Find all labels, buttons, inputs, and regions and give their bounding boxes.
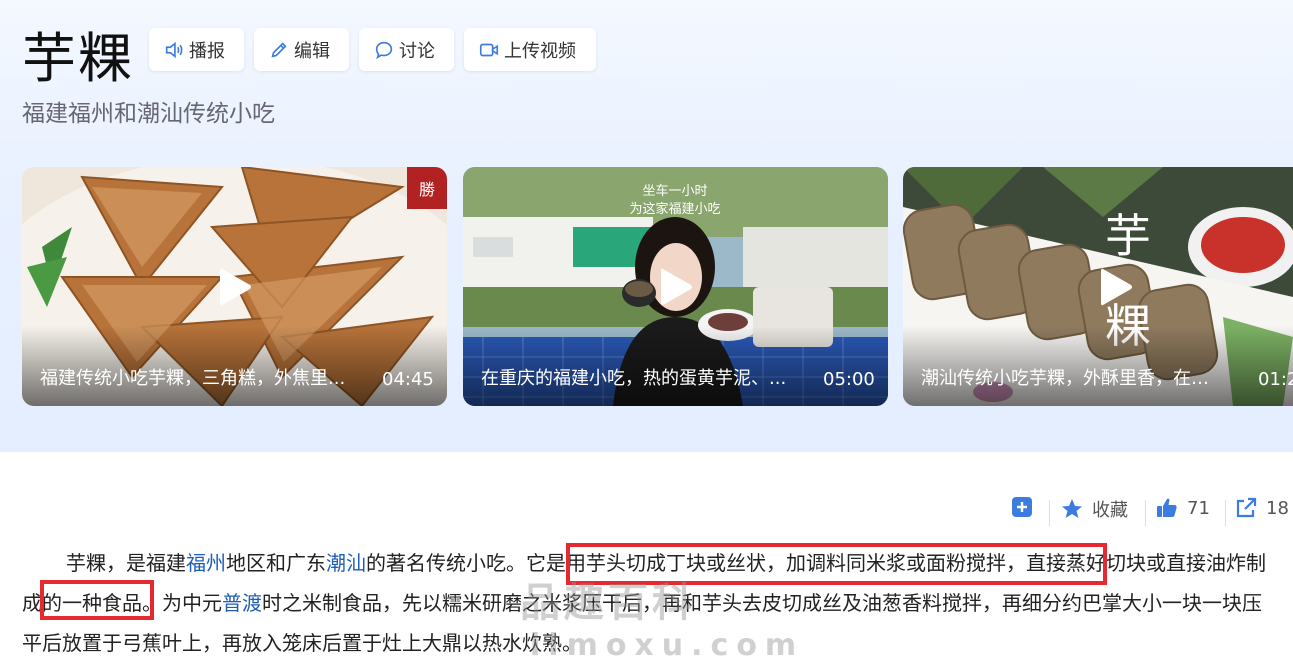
play-icon xyxy=(220,268,251,306)
pencil-icon xyxy=(271,41,287,58)
video-duration: 04:45 xyxy=(382,369,434,390)
overlay-char-1: 芋 xyxy=(1105,209,1151,263)
toolbar-divider xyxy=(1145,500,1146,526)
link-chaoshan[interactable]: 潮汕 xyxy=(326,551,366,575)
video-caption: 福建传统小吃芋粿，三角糕，外焦里... xyxy=(40,368,346,389)
link-pudu[interactable]: 普渡 xyxy=(222,591,262,615)
svg-text:勝: 勝 xyxy=(419,180,435,199)
play-icon xyxy=(661,268,692,306)
page-subtitle: 福建福州和潮汕传统小吃 xyxy=(22,101,275,127)
text-segment: 地区和广东 xyxy=(226,551,326,575)
like-count: 71 xyxy=(1187,497,1210,519)
video-camera-icon xyxy=(479,43,499,56)
plus-square-icon xyxy=(1012,497,1032,517)
like-button[interactable]: 71 xyxy=(1155,496,1210,520)
video-card-1[interactable]: 勝 福建传统小吃芋粿，三角糕，外焦里... 04:45 xyxy=(22,167,447,406)
upload-video-label: 上传视频 xyxy=(504,40,576,62)
share-icon xyxy=(1236,497,1257,518)
highlight-box-2 xyxy=(40,580,154,620)
share-button[interactable]: 18 xyxy=(1234,496,1289,520)
video-caption: 潮汕传统小吃芋粿，外酥里香，在家... xyxy=(921,368,1213,389)
upload-video-button[interactable]: 上传视频 xyxy=(464,28,596,71)
video-duration: 01:2 xyxy=(1258,369,1293,390)
video-duration: 05:00 xyxy=(823,369,875,390)
favorite-label: 收藏 xyxy=(1092,500,1128,521)
edit-button[interactable]: 编辑 xyxy=(254,28,349,71)
toolbar-divider xyxy=(1225,500,1226,526)
edit-label: 编辑 xyxy=(294,40,330,62)
favorite-button[interactable]: 收藏 xyxy=(1060,496,1128,522)
video-card-3[interactable]: 芋 粿 潮汕传统小吃芋粿，外酥里香，在家... 01:2 xyxy=(903,167,1293,406)
discuss-label: 讨论 xyxy=(399,40,435,62)
play-icon xyxy=(1101,268,1132,306)
discuss-button[interactable]: 讨论 xyxy=(359,28,454,71)
watermark-url: ilmoxu.com xyxy=(530,628,805,663)
star-icon xyxy=(1062,499,1082,518)
video-card-2[interactable]: 坐车一小时 为这家福建小吃 在重庆的福建小吃，热的蛋黄芋泥、... 05:00 xyxy=(463,167,888,406)
chat-bubble-icon xyxy=(375,41,393,59)
toolbar-divider xyxy=(1049,500,1050,526)
text-segment: 的著名传统小吃。 xyxy=(366,551,526,575)
page-title: 芋粿 xyxy=(22,27,134,90)
watermark-text: 品趣百科 xyxy=(520,580,696,626)
video-caption: 在重庆的福建小吃，热的蛋黄芋泥、... xyxy=(481,368,787,389)
broadcast-label: 播报 xyxy=(189,40,225,62)
overlay-text-1: 坐车一小时 xyxy=(642,183,707,199)
link-fuzhou[interactable]: 福州 xyxy=(186,551,226,575)
highlighted-text-2: 直接油炸制 xyxy=(1166,551,1266,575)
hero-section: 芋粿 播报 编辑 讨论 上传视频 福建福州和潮汕传统小吃 勝 福建传统小吃芋粿，… xyxy=(0,0,1293,452)
add-button[interactable] xyxy=(1011,496,1033,518)
speaker-icon xyxy=(165,41,183,58)
broadcast-button[interactable]: 播报 xyxy=(149,28,244,71)
text-segment: 芋粿，是福建 xyxy=(66,551,186,575)
overlay-text-2: 为这家福建小吃 xyxy=(629,201,720,217)
share-count: 18 xyxy=(1266,497,1289,519)
thumbs-up-icon xyxy=(1157,498,1177,517)
